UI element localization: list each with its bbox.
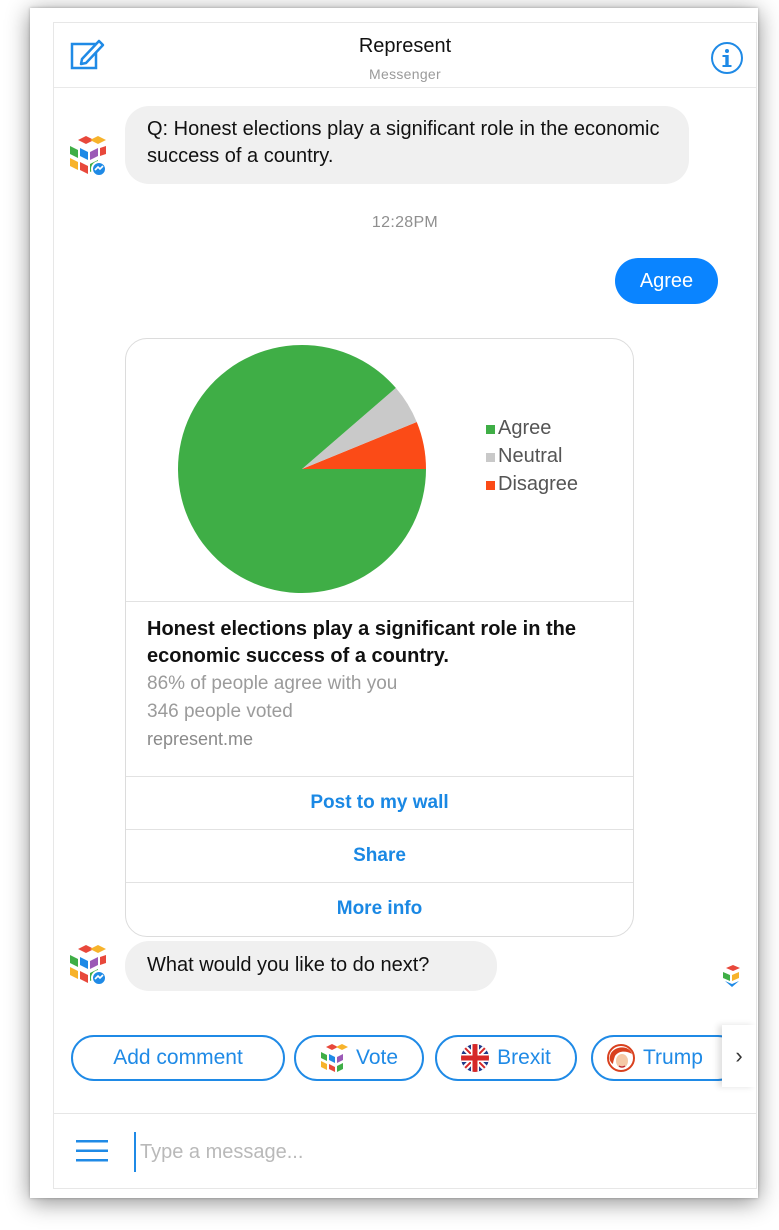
menu-icon[interactable] [76,1139,108,1163]
legend-label-agree: Agree [498,417,551,439]
chat-subtitle: Messenger [369,66,441,82]
quick-reply-brexit[interactable]: Brexit [435,1035,577,1081]
quick-reply-add-comment[interactable]: Add comment [71,1035,285,1081]
legend-swatch-neutral [486,453,495,462]
quick-reply-label: Add comment [113,1046,243,1069]
bot-avatar [70,136,107,176]
message-timestamp: 12:28PM [371,214,439,231]
card-domain: represent.me [147,729,254,749]
message-input[interactable] [134,1132,702,1172]
legend-label-neutral: Neutral [498,445,562,467]
post-to-wall-button[interactable]: Post to my wall [126,776,633,830]
quick-reply-label: Vote [355,1046,399,1069]
question-bubble: Q: Honest elections play a significant r… [125,106,689,184]
vote-count: 346 people voted [147,701,293,722]
chevron-right-icon[interactable]: › [722,1025,756,1087]
more-info-button[interactable]: More info [126,882,633,936]
user-reply-bubble: Agree [615,258,718,304]
info-icon[interactable] [710,41,744,75]
share-button[interactable]: Share [126,829,633,883]
legend-swatch-agree [486,425,495,434]
chat-title: Represent [358,35,452,57]
pie-chart: Agree Neutral Disagree [126,345,633,602]
quick-reply-trump[interactable]: Trump [591,1035,741,1081]
union-jack-icon [461,1044,490,1072]
message-composer [54,1113,756,1189]
legend-label-disagree: Disagree [498,473,578,495]
quick-reply-label: Brexit [497,1046,551,1069]
quick-reply-label: Trump [643,1046,703,1069]
agree-stat: 86% of people agree with you [147,673,398,694]
next-action-bubble: What would you like to do next? [125,941,497,991]
bot-avatar [70,945,107,985]
legend-swatch-disagree [486,481,495,490]
messenger-screen: Represent Messenger Q: Honest elections … [53,22,757,1189]
pie-slice-agree [177,345,426,593]
poll-result-card: Agree Neutral Disagree Honest elections pl… [125,338,634,937]
chat-header: Represent Messenger [54,23,756,88]
card-title: Honest elections play a significant role… [147,618,576,667]
trump-face-icon [607,1044,635,1072]
read-receipt-icon [723,965,740,987]
quick-replies: Add comment Vote Brexit Trump › [54,1025,756,1099]
cube-logo-icon [320,1044,348,1072]
quick-reply-vote[interactable]: Vote [294,1035,424,1081]
